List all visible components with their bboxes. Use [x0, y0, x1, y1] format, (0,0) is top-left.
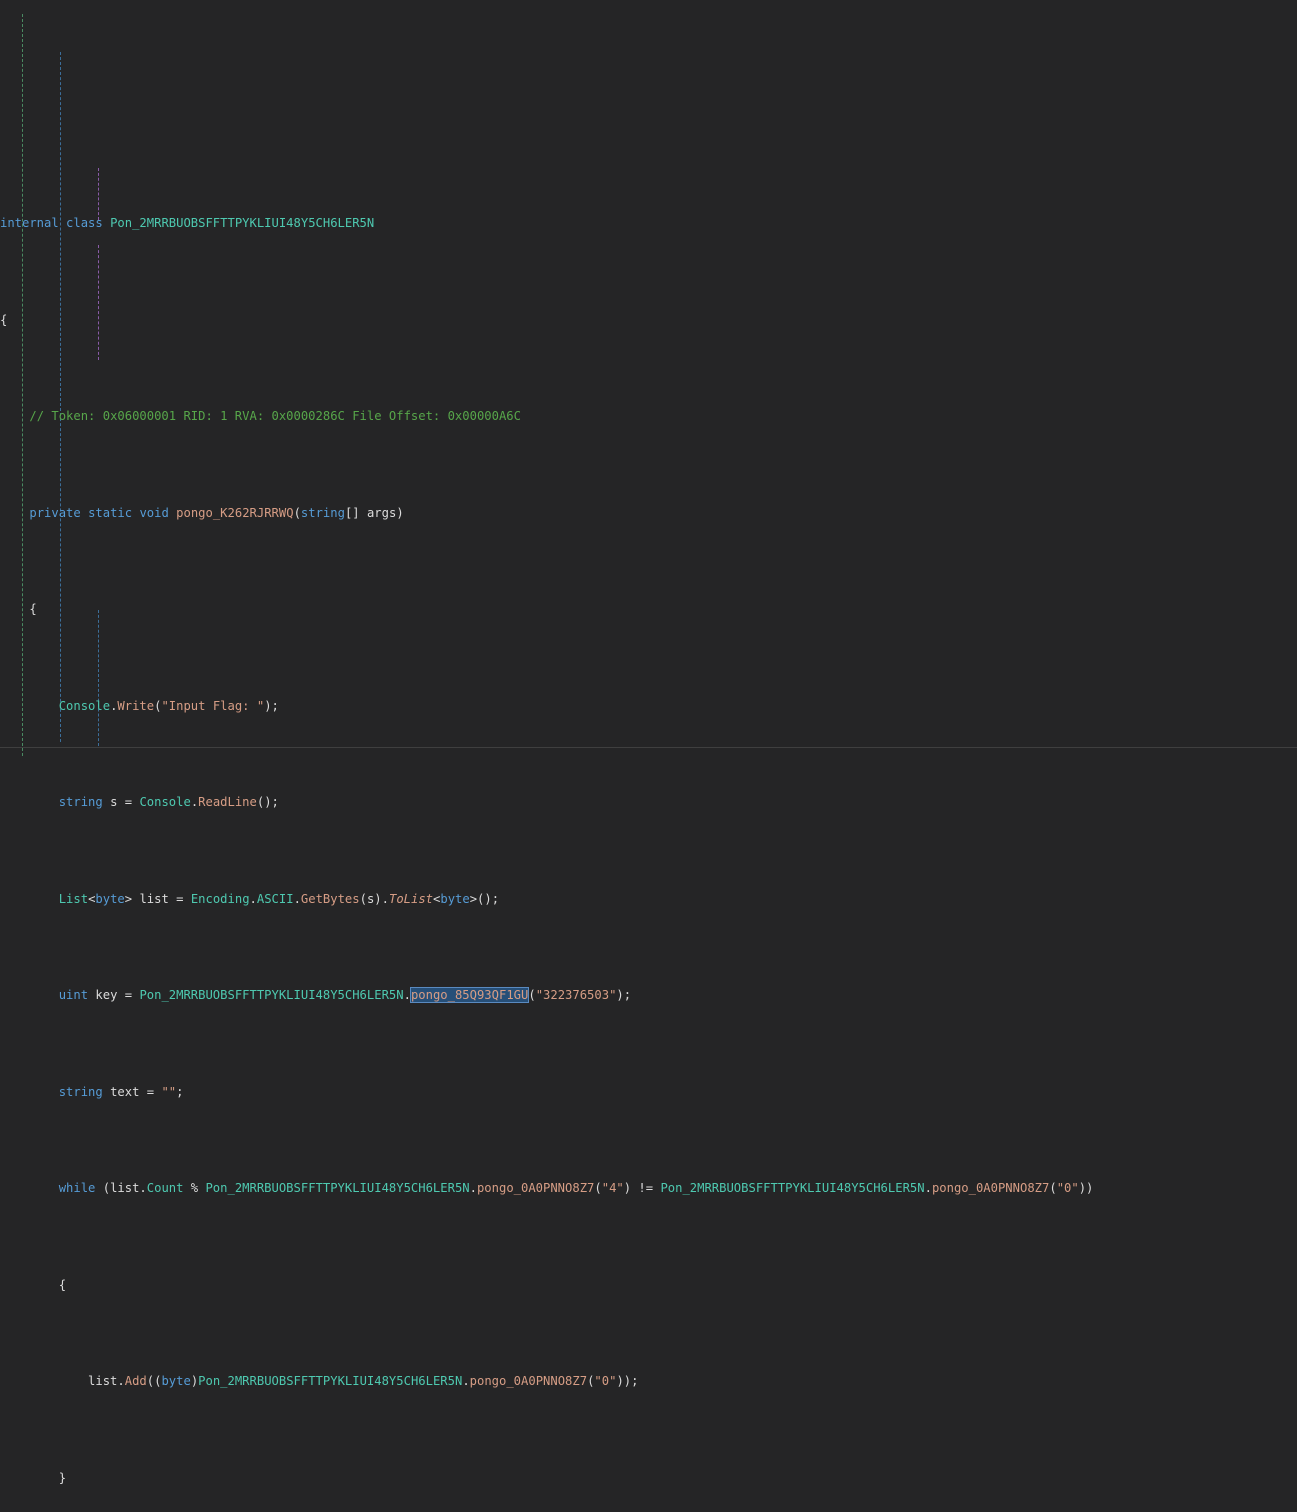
keyword-void: void — [139, 505, 169, 520]
class-ref: Pon_2MRRBUOBSFFTTPYKLIUI48Y5CH6LER5N — [198, 1374, 463, 1389]
code-line-get-bytes[interactable]: List<byte> list = Encoding.ASCII.GetByte… — [0, 890, 1297, 909]
string-input-prompt: Input Flag: — [168, 698, 257, 713]
string-four: 4 — [609, 1181, 617, 1196]
code-line-text-init[interactable]: string text = ""; — [0, 1083, 1297, 1102]
string-key-seed: 322376503 — [543, 988, 610, 1003]
code-line-while-open-brace[interactable]: { — [0, 1276, 1297, 1295]
keyword-class: class — [66, 216, 103, 231]
code-line-while-padding[interactable]: while (list.Count % Pon_2MRRBUOBSFFTTPYK… — [0, 1179, 1297, 1198]
code-line-list-add[interactable]: list.Add((byte)Pon_2MRRBUOBSFFTTPYKLIUI4… — [0, 1372, 1297, 1391]
class-name: Pon_2MRRBUOBSFFTTPYKLIUI48Y5CH6LER5N — [110, 216, 375, 231]
code-line-class-open-brace[interactable]: { — [0, 311, 1297, 330]
type-list: List — [58, 891, 89, 906]
indent-guide-level-3c — [98, 610, 99, 746]
string-zero: 0 — [601, 1374, 610, 1389]
decompiler-code-view[interactable]: internal class Pon_2MRRBUOBSFFTTPYKLIUI4… — [0, 0, 1297, 1485]
code-line-method-open-brace[interactable]: { — [0, 600, 1297, 619]
class-ref: Pon_2MRRBUOBSFFTTPYKLIUI48Y5CH6LER5N — [139, 988, 404, 1003]
var-text: text — [110, 1084, 140, 1099]
code-line-while-close-brace[interactable]: } — [0, 1469, 1297, 1488]
code-line-read-line[interactable]: string s = Console.ReadLine(); — [0, 793, 1297, 812]
string-zero: 0 — [1064, 1181, 1072, 1196]
method-parse-ref: pongo_0A0PNNO8Z7 — [476, 1181, 595, 1196]
keyword-static: static — [88, 505, 133, 520]
selected-method-reference[interactable]: pongo_85Q93QF1GU — [409, 987, 530, 1004]
code-line-method-signature[interactable]: private static void pongo_K262RJRRWQ(str… — [0, 504, 1297, 523]
var-key: key — [95, 988, 118, 1003]
method-name-entry: pongo_K262RJRRWQ — [176, 505, 294, 520]
keyword-while: while — [58, 1181, 96, 1196]
property-count: Count — [146, 1181, 184, 1196]
indent-guide-level-2 — [60, 52, 61, 742]
keyword-string: string — [300, 505, 345, 520]
type-console: Console — [58, 698, 111, 713]
param-args: args — [366, 505, 397, 520]
indent-guide-level-3b — [98, 245, 99, 360]
var-list: list — [139, 891, 169, 906]
class-ref: Pon_2MRRBUOBSFFTTPYKLIUI48Y5CH6LER5N — [205, 1181, 470, 1196]
class-ref: Pon_2MRRBUOBSFFTTPYKLIUI48Y5CH6LER5N — [660, 1181, 925, 1196]
method-readline: ReadLine — [198, 795, 257, 810]
method-getbytes: GetBytes — [300, 891, 360, 906]
code-line-class-declaration[interactable]: internal class Pon_2MRRBUOBSFFTTPYKLIUI4… — [0, 214, 1297, 233]
keyword-private: private — [29, 505, 81, 520]
type-console: Console — [139, 795, 191, 810]
type-encoding: Encoding — [190, 891, 250, 906]
keyword-internal: internal — [0, 216, 59, 231]
property-ascii: ASCII — [256, 891, 294, 906]
var-s: s — [110, 795, 118, 810]
method-parse-ref: pongo_0A0PNNO8Z7 — [469, 1374, 588, 1389]
code-line-token-comment[interactable]: // Token: 0x06000001 RID: 1 RVA: 0x00002… — [0, 407, 1297, 426]
code-line-key-assignment[interactable]: uint key = Pon_2MRRBUOBSFFTTPYKLIUI48Y5C… — [0, 986, 1297, 1005]
indent-guide-level-1 — [22, 14, 23, 756]
indent-guide-level-3a — [98, 168, 99, 220]
indent-guides — [0, 0, 1297, 756]
token-comment: // Token: 0x06000001 RID: 1 RVA: 0x00002… — [29, 409, 521, 424]
method-write: Write — [117, 698, 155, 713]
bottom-separator — [0, 747, 1297, 748]
method-parse-ref: pongo_0A0PNNO8Z7 — [931, 1181, 1050, 1196]
method-tolist: ToList — [388, 891, 434, 906]
code-line-console-write-prompt[interactable]: Console.Write("Input Flag: "); — [0, 697, 1297, 716]
method-add: Add — [124, 1374, 147, 1389]
